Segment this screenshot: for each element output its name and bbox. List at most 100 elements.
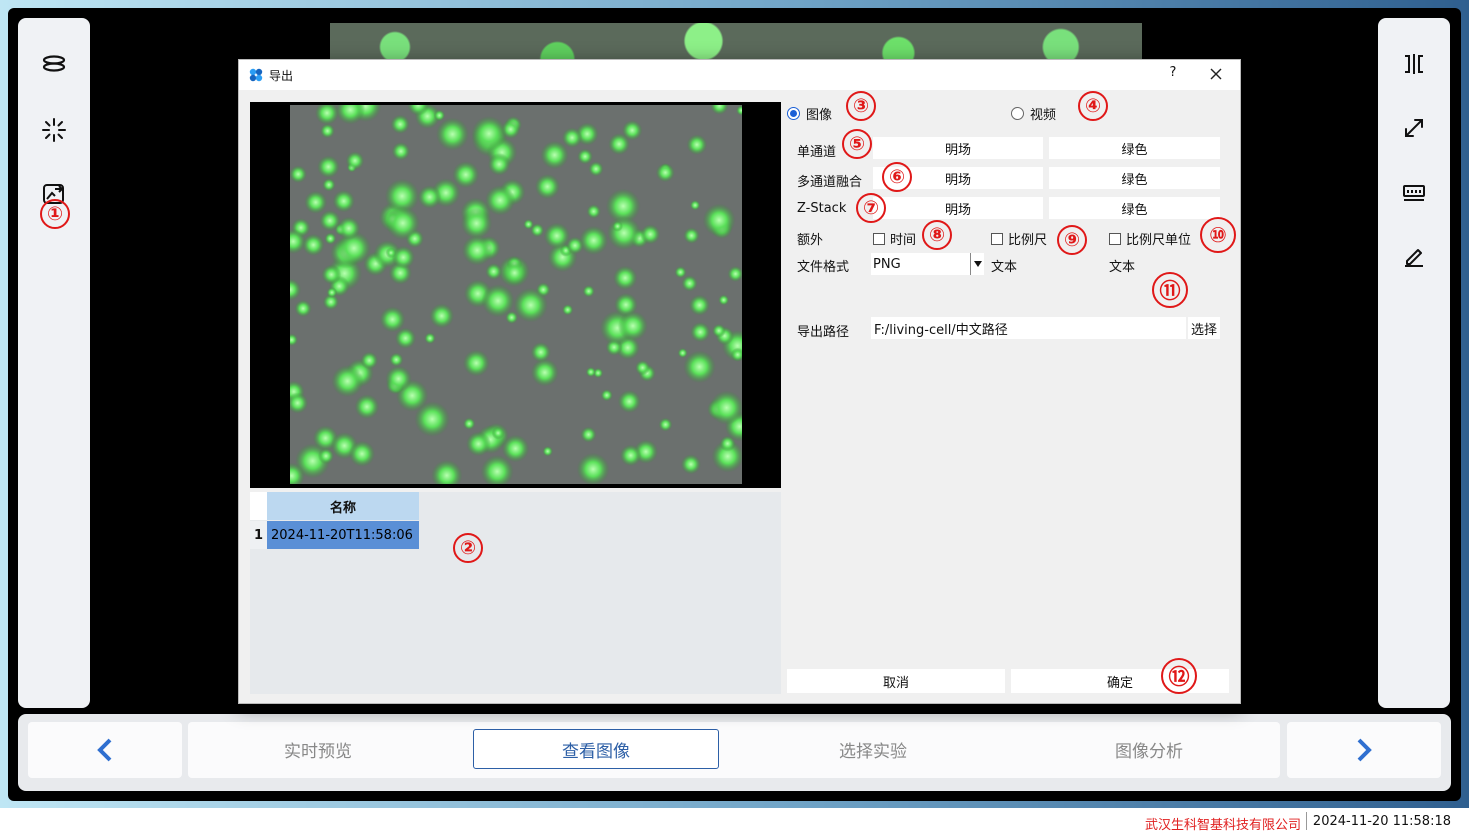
bottom-nav: 实时预览 查看图像 选择实验 图像分析	[18, 714, 1451, 791]
tab-bar: 实时预览 查看图像 选择实验 图像分析	[188, 722, 1280, 778]
list-header-name[interactable]: 名称	[267, 492, 419, 520]
format-select[interactable]: PNG	[871, 253, 984, 275]
tab-select-experiment[interactable]: 选择实验	[750, 729, 996, 769]
layers-button[interactable]	[34, 44, 74, 84]
multi-channel-green-button[interactable]: 绿色	[1049, 167, 1220, 189]
cell-blob	[491, 426, 505, 440]
fullscreen-button[interactable]	[1394, 108, 1434, 148]
cell-blob	[702, 203, 736, 237]
cancel-button[interactable]: 取消	[787, 669, 1005, 693]
cell-blob	[290, 165, 307, 183]
cell-blob	[481, 284, 515, 318]
cell-blob	[677, 347, 688, 359]
video-radio-label: 视频	[1030, 108, 1057, 123]
image-list: 名称 1 2024-11-20T11:58:06	[250, 492, 781, 694]
scale-unit-checkbox[interactable]: 比例尺单位	[1109, 229, 1191, 248]
cell-blob	[463, 417, 476, 430]
left-sidebar	[18, 18, 90, 708]
cell-blob	[622, 120, 643, 141]
cell-blob	[429, 303, 455, 329]
cell-blob	[585, 366, 597, 378]
cell-blob	[683, 227, 700, 244]
status-divider	[1306, 812, 1307, 830]
scale-checkbox[interactable]: 比例尺	[991, 229, 1047, 248]
tab-view-images[interactable]: 查看图像	[473, 729, 719, 769]
cell-blob	[321, 264, 342, 285]
tab-image-analysis[interactable]: 图像分析	[1026, 729, 1272, 769]
ruler-button[interactable]	[1394, 172, 1434, 212]
dialog-title: 导出	[269, 69, 294, 83]
zstack-brightfield-button[interactable]: 明场	[873, 197, 1043, 219]
cell-blob	[586, 204, 601, 219]
cell-blob	[424, 332, 436, 345]
effects-button[interactable]	[34, 110, 74, 150]
cell-blob	[542, 446, 553, 457]
cell-blob	[640, 224, 661, 245]
image-radio-label: 图像	[806, 108, 833, 123]
right-sidebar	[1378, 18, 1450, 708]
export-path-input[interactable]: F:/living-cell/中文路径	[871, 317, 1186, 339]
cell-blob	[612, 220, 623, 232]
text-label-1: 文本	[991, 260, 1018, 275]
edit-button[interactable]	[1394, 236, 1434, 276]
format-label: 文件格式	[797, 260, 850, 275]
cell-blob	[635, 360, 651, 376]
next-button[interactable]	[1287, 722, 1441, 778]
cell-blob	[617, 310, 648, 341]
sparkle-icon	[42, 118, 66, 142]
split-view-button[interactable]	[1394, 44, 1434, 84]
cell-blob	[718, 294, 730, 306]
cell-blob	[337, 216, 361, 240]
chevron-right-icon	[1357, 738, 1372, 762]
cell-blob	[417, 185, 442, 209]
chevron-down-icon[interactable]	[970, 253, 984, 275]
annotation-marker: ⑤	[842, 129, 872, 159]
cell-blob	[317, 155, 340, 179]
help-button[interactable]: ?	[1165, 65, 1181, 80]
cell-blob	[613, 265, 638, 291]
cell-blob	[523, 219, 534, 230]
cell-blob	[579, 225, 609, 255]
annotation-marker: ⑨	[1057, 225, 1087, 255]
split-view-icon	[1405, 54, 1423, 74]
fullscreen-icon	[1405, 119, 1423, 137]
format-value: PNG	[873, 256, 901, 272]
cell-blob	[513, 287, 548, 323]
zstack-green-button[interactable]: 绿色	[1049, 197, 1220, 219]
cell-blob	[379, 306, 406, 333]
cell-blob	[680, 454, 701, 475]
cell-blob	[302, 233, 325, 256]
single-channel-green-button[interactable]: 绿色	[1049, 137, 1220, 159]
annotation-marker: ⑪	[1152, 272, 1188, 308]
image-radio[interactable]: 图像	[787, 104, 832, 123]
single-channel-brightfield-button[interactable]: 明场	[873, 137, 1043, 159]
cell-blob	[354, 394, 380, 420]
prev-button[interactable]	[28, 722, 182, 778]
time-checkbox[interactable]: 时间	[873, 229, 916, 248]
video-radio[interactable]: 视频	[1011, 104, 1056, 123]
cell-blob	[562, 304, 574, 316]
cell-blob	[561, 127, 583, 148]
text-label-2: 文本	[1109, 260, 1136, 275]
edit-icon	[1405, 249, 1423, 267]
cell-blob	[484, 185, 516, 216]
list-row-selected[interactable]: 2024-11-20T11:58:06	[267, 521, 419, 549]
cell-blob	[534, 174, 560, 200]
scale-unit-checkbox-label: 比例尺单位	[1126, 233, 1192, 248]
annotation-marker: ③	[846, 91, 876, 121]
annotation-marker: ④	[1078, 91, 1108, 121]
tab-live-preview[interactable]: 实时预览	[195, 729, 441, 769]
image-preview	[250, 102, 781, 488]
cell-blob	[530, 358, 559, 387]
cell-blob	[674, 266, 687, 279]
cell-blob	[326, 287, 338, 298]
export-dialog: 导出 ? 名称 1 2024-11-20T11:58:06 图像 视频 单通道 …	[238, 59, 1241, 704]
annotation-marker: ⑧	[922, 220, 952, 250]
cell-blob	[324, 232, 337, 245]
select-path-button[interactable]: 选择	[1188, 317, 1220, 339]
cell-blob	[389, 352, 404, 367]
cell-blob	[690, 322, 711, 343]
status-bar: 武汉生科智基科技有限公司 2024-11-20 11:58:18	[0, 808, 1469, 833]
cell-blob	[436, 117, 469, 151]
close-icon[interactable]	[1209, 67, 1223, 81]
